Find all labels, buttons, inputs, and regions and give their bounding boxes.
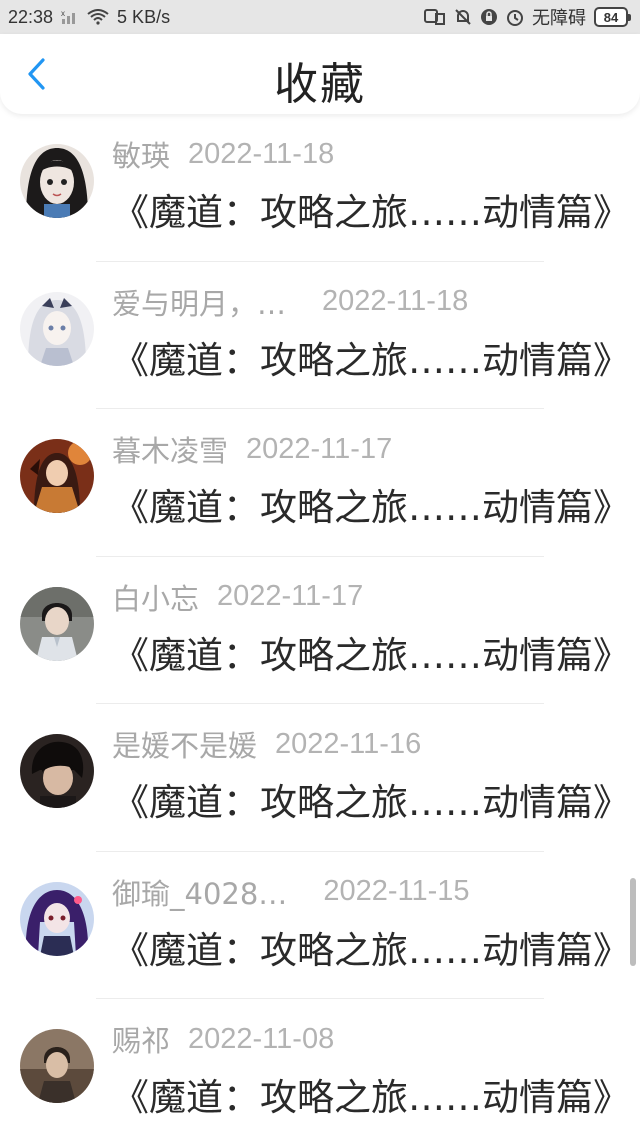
list-item[interactable]: 暮木凌雪 2022-11-17 《魔道：攻略之旅……动情篇》 [0,409,640,557]
favorite-date: 2022-11-18 [322,285,469,317]
post-title: 《魔道：攻略之旅……动情篇》 [112,191,630,234]
avatar [20,291,94,366]
author-line: 赐祁 2022-11-08 [112,1019,334,1059]
list-item[interactable]: 御瑜_4028… 2022-11-15 《魔道：攻略之旅……动情篇》 [0,852,640,999]
favorite-date: 2022-11-17 [217,580,364,612]
author-line: 御瑜_4028… 2022-11-15 [112,872,470,912]
favorite-date: 2022-11-16 [275,727,422,760]
favorite-date: 2022-11-18 [188,137,335,170]
list-item[interactable]: 赐祁 2022-11-08 《魔道：攻略之旅……动情篇》 [0,999,640,1138]
author-line: 爱与明月，… 2022-11-18 [112,282,468,322]
post-title: 《魔道：攻略之旅……动情篇》 [112,338,630,382]
favorites-list: 敏瑛 2022-11-18 《魔道：攻略之旅……动情篇》 爱与明月，… 2022… [0,114,640,1138]
author-name: 是媛不是媛 [112,729,258,763]
notification-off-icon [454,8,472,26]
page-title: 收藏 [274,59,366,110]
battery-level: 84 [603,9,619,25]
list-item[interactable]: 敏瑛 2022-11-18 《魔道：攻略之旅……动情篇》 [0,114,640,262]
battery-icon: 84 [594,7,631,27]
author-line: 敏瑛 2022-11-18 [112,134,334,174]
title-bar: 收藏 [0,34,640,114]
author-name: 白小忘 [112,581,200,616]
accessibility-label: 无障碍 [532,8,586,28]
alarm-icon [506,8,524,26]
list-item[interactable]: 白小忘 2022-11-17 《魔道：攻略之旅……动情篇》 [0,557,640,704]
avatar [20,881,94,956]
avatar [20,1029,94,1103]
post-title: 《魔道：攻略之旅……动情篇》 [112,1076,630,1119]
author-line: 是媛不是媛 2022-11-16 [112,724,421,764]
status-bar: 22:38 x 5 KB/s 无障碍 84 [0,0,640,34]
lock-icon [480,8,498,26]
avatar [20,439,94,513]
list-item[interactable]: 是媛不是媛 2022-11-16 《魔道：攻略之旅……动情篇》 [0,704,640,852]
list-item[interactable]: 爱与明月，… 2022-11-18 《魔道：攻略之旅……动情篇》 [0,262,640,409]
avatar [20,144,94,218]
favorite-date: 2022-11-17 [246,432,393,465]
status-bar-left: 22:38 x 5 KB/s [8,7,170,28]
author-name: 敏瑛 [112,139,171,173]
status-bar-right: 无障碍 84 [424,4,631,30]
wifi-icon [87,9,109,25]
signal-off-icon: x [61,9,79,25]
svg-text:x: x [61,9,65,18]
favorite-date: 2022-11-08 [188,1022,335,1055]
clock: 22:38 [8,6,54,27]
post-title: 《魔道：攻略之旅……动情篇》 [112,781,630,824]
translate-icon [424,8,446,26]
author-name: 暮木凌雪 [112,434,229,468]
author-name: 御瑜_4028… [112,876,288,911]
author-line: 白小忘 2022-11-17 [112,577,363,617]
post-title: 《魔道：攻略之旅……动情篇》 [112,928,630,972]
network-speed: 5 KB/s [117,6,171,27]
post-title: 《魔道：攻略之旅……动情篇》 [112,633,630,677]
avatar [20,734,94,808]
avatar [20,586,94,661]
favorite-date: 2022-11-15 [323,875,470,907]
post-title: 《魔道：攻略之旅……动情篇》 [112,486,630,529]
author-name: 爱与明月，… [112,286,287,321]
author-line: 暮木凌雪 2022-11-17 [112,429,392,469]
scrollbar[interactable] [630,878,636,966]
author-name: 赐祁 [112,1024,171,1058]
